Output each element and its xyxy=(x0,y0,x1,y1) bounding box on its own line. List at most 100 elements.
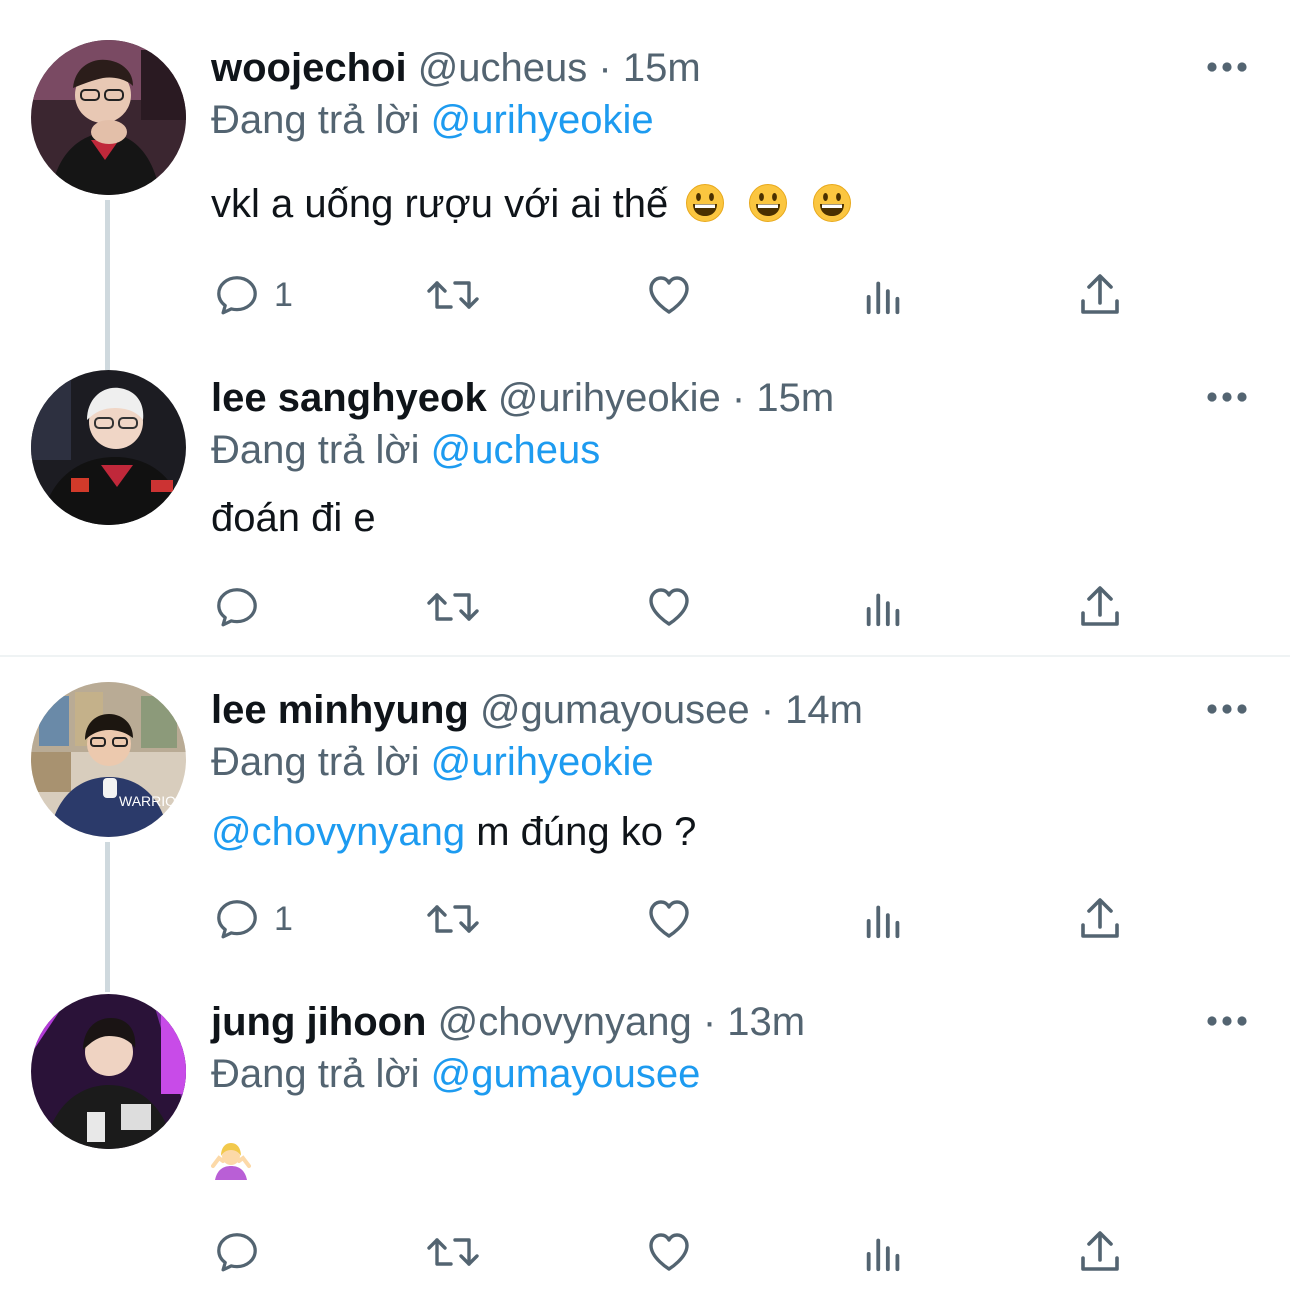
reply-button[interactable] xyxy=(214,577,260,637)
reply-icon xyxy=(214,584,260,630)
grinning-face-emoji xyxy=(685,183,725,223)
views-button[interactable] xyxy=(861,577,907,637)
views-icon xyxy=(861,271,907,319)
user-handle[interactable]: @ucheus xyxy=(418,46,588,90)
views-icon xyxy=(861,1228,907,1276)
reply-to-mention[interactable]: @urihyeokie xyxy=(431,98,654,142)
avatar[interactable] xyxy=(31,40,186,195)
retweet-button[interactable] xyxy=(425,1222,481,1282)
reply-to-mention[interactable]: @ucheus xyxy=(431,428,601,472)
more-icon[interactable] xyxy=(1206,60,1248,74)
retweet-button[interactable] xyxy=(425,889,481,949)
action-bar xyxy=(0,1222,1290,1282)
share-icon xyxy=(1076,271,1124,319)
separator: · xyxy=(760,688,775,732)
retweet-button[interactable] xyxy=(425,265,481,325)
action-bar: 1 xyxy=(0,889,1290,949)
tweet-text-content: m đúng ko ? xyxy=(465,810,697,854)
reply-prefix: Đang trả lời xyxy=(211,1052,420,1096)
action-bar: 1 xyxy=(0,265,1290,325)
reply-count: 1 xyxy=(274,899,293,938)
user-handle[interactable]: @urihyeokie xyxy=(498,376,721,420)
reply-prefix: Đang trả lời xyxy=(211,428,420,472)
reply-button[interactable]: 1 xyxy=(214,265,293,325)
like-button[interactable] xyxy=(645,889,693,949)
display-name[interactable]: lee minhyung xyxy=(211,688,469,732)
reply-icon xyxy=(214,1229,260,1275)
timestamp[interactable]: 13m xyxy=(727,1000,805,1044)
user-handle[interactable]: @gumayousee xyxy=(480,688,750,732)
thread-divider xyxy=(0,655,1290,657)
views-button[interactable] xyxy=(861,889,907,949)
share-button[interactable] xyxy=(1076,577,1124,637)
views-button[interactable] xyxy=(861,265,907,325)
tweet-text: vkl a uống rượu với ai thế xyxy=(211,180,852,228)
reply-context: Đang trả lời @gumayousee xyxy=(211,1050,700,1098)
views-icon xyxy=(861,583,907,631)
like-button[interactable] xyxy=(645,1222,693,1282)
share-icon xyxy=(1076,583,1124,631)
user-handle[interactable]: @chovynyang xyxy=(438,1000,692,1044)
like-icon xyxy=(645,1228,693,1276)
action-bar xyxy=(0,577,1290,637)
reply-context: Đang trả lời @urihyeokie xyxy=(211,96,654,144)
tweet-text: @chovynyang m đúng ko ? xyxy=(211,808,696,856)
share-button[interactable] xyxy=(1076,889,1124,949)
avatar[interactable] xyxy=(31,370,186,525)
tweet-header: woojechoi @ucheus · 15m xyxy=(211,44,701,92)
views-icon xyxy=(861,895,907,943)
reply-icon xyxy=(214,896,260,942)
retweet-icon xyxy=(425,583,481,631)
reply-to-mention[interactable]: @urihyeokie xyxy=(431,740,654,784)
tweet-text xyxy=(211,1140,251,1191)
timestamp[interactable]: 15m xyxy=(623,46,701,90)
more-icon[interactable] xyxy=(1206,1014,1248,1028)
reply-button[interactable] xyxy=(214,1222,260,1282)
tweet-text-content: đoán đi e xyxy=(211,496,376,540)
timestamp[interactable]: 15m xyxy=(756,376,834,420)
like-button[interactable] xyxy=(645,265,693,325)
more-icon[interactable] xyxy=(1206,390,1248,404)
tweet-header: jung jihoon @chovynyang · 13m xyxy=(211,998,805,1046)
tweet-text: đoán đi e xyxy=(211,494,376,542)
views-button[interactable] xyxy=(861,1222,907,1282)
display-name[interactable]: jung jihoon xyxy=(211,1000,427,1044)
like-icon xyxy=(645,583,693,631)
separator: · xyxy=(731,376,746,420)
reply-prefix: Đang trả lời xyxy=(211,98,420,142)
display-name[interactable]: lee sanghyeok xyxy=(211,376,487,420)
tweet-header: lee sanghyeok @urihyeokie · 15m xyxy=(211,374,834,422)
like-icon xyxy=(645,895,693,943)
retweet-button[interactable] xyxy=(425,577,481,637)
like-icon xyxy=(645,271,693,319)
reply-to-mention[interactable]: @gumayousee xyxy=(431,1052,701,1096)
timestamp[interactable]: 14m xyxy=(785,688,863,732)
grinning-face-emoji xyxy=(812,183,852,223)
grinning-face-emoji xyxy=(748,183,788,223)
retweet-icon xyxy=(425,1228,481,1276)
retweet-icon xyxy=(425,895,481,943)
avatar[interactable]: WARRIOR xyxy=(31,682,186,837)
retweet-icon xyxy=(425,271,481,319)
avatar[interactable] xyxy=(31,994,186,1149)
share-button[interactable] xyxy=(1076,265,1124,325)
like-button[interactable] xyxy=(645,577,693,637)
text-mention[interactable]: @chovynyang xyxy=(211,810,465,854)
more-icon[interactable] xyxy=(1206,702,1248,716)
separator: · xyxy=(702,1000,717,1044)
reply-context: Đang trả lời @urihyeokie xyxy=(211,738,654,786)
reply-button[interactable]: 1 xyxy=(214,889,293,949)
person-shrugging-emoji xyxy=(211,1143,251,1180)
tweet-text-content: vkl a uống rượu với ai thế xyxy=(211,182,669,226)
share-icon xyxy=(1076,895,1124,943)
reply-prefix: Đang trả lời xyxy=(211,740,420,784)
reply-context: Đang trả lời @ucheus xyxy=(211,426,600,474)
svg-text:WARRIOR: WARRIOR xyxy=(119,793,186,809)
share-button[interactable] xyxy=(1076,1222,1124,1282)
tweet-header: lee minhyung @gumayousee · 14m xyxy=(211,686,863,734)
reply-count: 1 xyxy=(274,275,293,314)
display-name[interactable]: woojechoi xyxy=(211,46,407,90)
share-icon xyxy=(1076,1228,1124,1276)
reply-icon xyxy=(214,272,260,318)
separator: · xyxy=(598,46,612,90)
